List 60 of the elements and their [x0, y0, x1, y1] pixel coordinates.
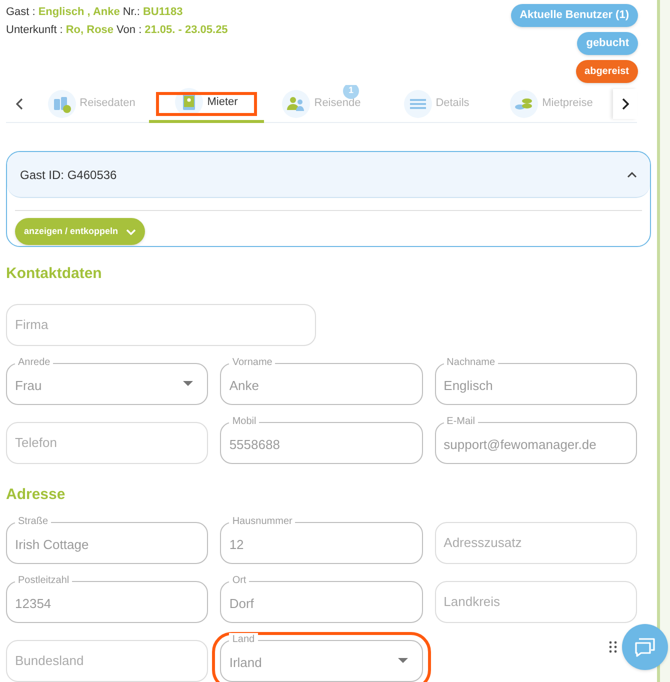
- guest-id: Gast ID: G460536: [20, 166, 117, 184]
- info-label: Gast :: [6, 5, 36, 19]
- tab[interactable]: Reisende 1: [264, 84, 379, 122]
- people-icon: [282, 90, 310, 118]
- field-value: Frau: [15, 376, 42, 395]
- info-label: Von :: [116, 23, 142, 37]
- coins-icon: [510, 90, 538, 118]
- count-badge: 1: [343, 84, 359, 98]
- info-value: 21.05. - 23.05.25: [144, 23, 228, 37]
- field-placeholder: Firma: [15, 316, 48, 334]
- drag-handle-icon[interactable]: [609, 641, 617, 653]
- tab[interactable]: Details: [379, 84, 494, 122]
- field-label: Vorname: [229, 356, 276, 368]
- chat-icon: [634, 637, 656, 657]
- field-label: Mobil: [229, 414, 260, 428]
- chevron-icon: [627, 172, 637, 178]
- status-badge: abgereist: [576, 60, 638, 83]
- input-field[interactable]: Firma: [6, 304, 316, 346]
- info-label: Nr.:: [122, 5, 140, 19]
- list-icon: [404, 90, 432, 118]
- tab[interactable]: Reisedaten: [34, 84, 149, 122]
- field-value: Englisch: [444, 376, 493, 395]
- field-value: Anke: [229, 376, 259, 395]
- status-badge: gebucht: [577, 32, 638, 55]
- field-placeholder: Landkreis: [444, 593, 500, 612]
- field-label: E-Mail: [444, 414, 478, 428]
- info-value: Ro, Rose: [66, 23, 114, 37]
- field-value: Dorf: [229, 595, 254, 614]
- field-placeholder: Telefon: [15, 434, 57, 452]
- field-label: Anrede: [15, 356, 54, 368]
- field-value: Irland: [229, 654, 262, 672]
- info-label: Unterkunft :: [6, 23, 63, 37]
- chevron-right-icon[interactable]: [621, 98, 629, 110]
- info-value: BU1183: [142, 5, 183, 19]
- field-value: 5558688: [229, 436, 280, 454]
- luggage-icon: [48, 90, 76, 118]
- link-toggle-button[interactable]: anzeigen / entkoppeln: [15, 218, 146, 245]
- field-placeholder: Adresszusatz: [444, 534, 522, 552]
- info-value: Englisch , Anke: [38, 5, 120, 19]
- chevron-down-icon: [126, 228, 136, 234]
- section-heading: Kontaktdaten: [6, 264, 103, 284]
- chevron-left-icon[interactable]: [16, 98, 24, 110]
- input-field[interactable]: Telefon: [6, 422, 208, 464]
- field-placeholder: Bundesland: [15, 652, 84, 670]
- input-field[interactable]: Landkreis: [434, 581, 637, 623]
- tab[interactable]: Mietpreise: [494, 84, 609, 122]
- dropdown-arrow-icon: [398, 658, 408, 664]
- input-field[interactable]: Adresszusatz: [434, 522, 637, 564]
- contact-card-icon: [175, 88, 204, 116]
- section-heading: Adresse: [6, 484, 66, 504]
- field-value: support@fewomanager.de: [444, 436, 596, 454]
- field-label: Nachname: [444, 356, 498, 368]
- tab[interactable]: Mieter: [149, 84, 264, 122]
- field-value: 12354: [15, 595, 52, 614]
- guest-panel-header[interactable]: Gast ID: G460536: [7, 152, 650, 198]
- field-value: 12: [229, 536, 244, 554]
- status-badge: Aktuelle Benutzer (1): [510, 4, 638, 27]
- dropdown-arrow-icon: [183, 380, 194, 386]
- input-field[interactable]: Bundesland: [6, 640, 208, 682]
- field-value: Irish Cottage: [15, 536, 89, 554]
